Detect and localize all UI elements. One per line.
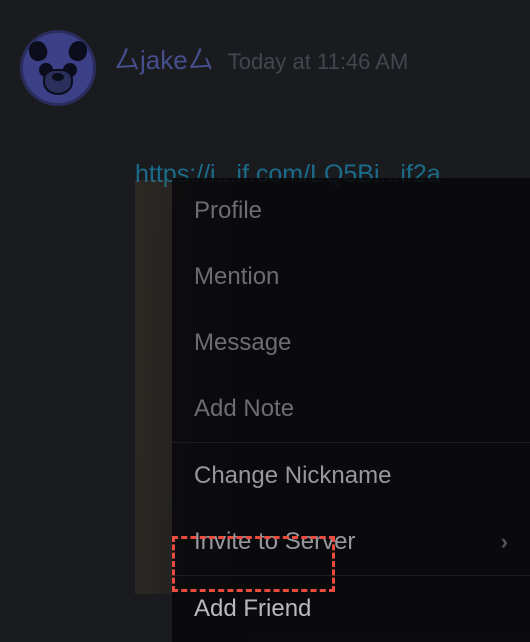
avatar-face xyxy=(23,33,93,103)
menu-label: Add Friend xyxy=(194,595,311,623)
menu-item-change-nickname[interactable]: Change Nickname xyxy=(172,443,530,509)
menu-label: Add Note xyxy=(194,395,294,423)
menu-item-profile[interactable]: Profile xyxy=(172,178,530,244)
menu-label: Mention xyxy=(194,263,279,291)
message-header: 厶jake厶 Today at 11:46 AM xyxy=(114,30,408,106)
menu-label: Invite to Server xyxy=(194,528,355,556)
menu-item-add-note[interactable]: Add Note xyxy=(172,376,530,442)
username[interactable]: 厶jake厶 xyxy=(114,40,214,77)
chevron-right-icon: › xyxy=(501,529,508,555)
menu-item-message[interactable]: Message xyxy=(172,310,530,376)
menu-label: Message xyxy=(194,329,291,357)
menu-item-add-friend[interactable]: Add Friend xyxy=(172,576,530,642)
menu-label: Profile xyxy=(194,197,262,225)
message-row: 厶jake厶 Today at 11:46 AM xyxy=(0,0,530,106)
user-context-menu: Profile Mention Message Add Note Change … xyxy=(172,178,530,642)
message-timestamp: Today at 11:46 AM xyxy=(228,49,409,75)
menu-item-mention[interactable]: Mention xyxy=(172,244,530,310)
menu-label: Change Nickname xyxy=(194,462,391,490)
user-avatar[interactable] xyxy=(20,30,96,106)
menu-item-invite-to-server[interactable]: Invite to Server › xyxy=(172,509,530,575)
